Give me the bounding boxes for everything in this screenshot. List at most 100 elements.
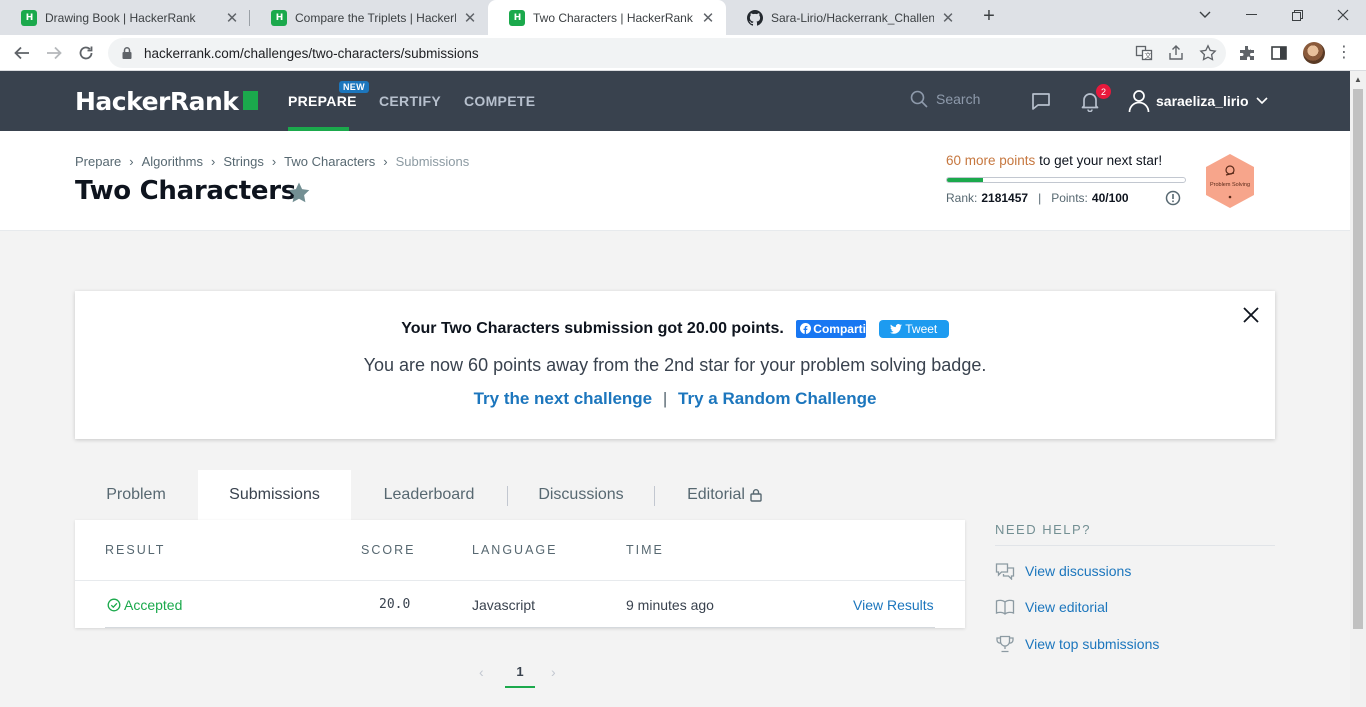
hackerrank-favicon-icon: H: [21, 9, 37, 26]
language-value: Javascript: [472, 597, 536, 613]
nav-prepare[interactable]: PREPARE: [288, 71, 357, 131]
need-help-heading: NEED HELP?: [995, 522, 1091, 537]
bookmark-star-icon[interactable]: [287, 181, 311, 205]
browser-menu-icon[interactable]: ⋮: [1336, 42, 1352, 64]
scrollbar-thumb[interactable]: [1353, 89, 1363, 629]
browser-tab-title: Compare the Triplets | HackerRank: [295, 10, 456, 25]
restore-icon[interactable]: [1274, 0, 1320, 30]
hackerrank-navbar: HackerRank PREPARE NEW CERTIFY COMPETE S…: [0, 71, 1350, 131]
new-badge: NEW: [339, 81, 369, 93]
breadcrumb-chevron-icon: ›: [129, 154, 134, 169]
tab-discussions[interactable]: Discussions: [508, 470, 654, 520]
search-placeholder: Search: [936, 91, 981, 107]
result-accepted: Accepted: [107, 597, 182, 613]
scroll-up-arrow-icon[interactable]: ▲: [1354, 75, 1362, 84]
back-icon[interactable]: [8, 39, 36, 67]
forward-icon[interactable]: [40, 39, 68, 67]
browser-tab-drawing-book[interactable]: H Drawing Book | HackerRank ✕: [0, 0, 250, 35]
time-value: 9 minutes ago: [626, 597, 714, 613]
lock-icon: [122, 47, 132, 59]
view-editorial-link[interactable]: View editorial: [995, 598, 1108, 616]
reload-icon[interactable]: [72, 39, 100, 67]
rank-divider: |: [1038, 191, 1042, 205]
nav-compete[interactable]: COMPETE: [464, 71, 535, 131]
browser-tab-compare-triplets[interactable]: H Compare the Triplets | HackerRank ✕: [250, 0, 488, 35]
breadcrumb-prepare[interactable]: Prepare: [75, 154, 121, 169]
close-tab-icon[interactable]: ✕: [940, 9, 956, 27]
facebook-share-button[interactable]: Compartilhar: [796, 320, 867, 338]
url-input[interactable]: hackerrank.com/challenges/two-characters…: [108, 38, 1226, 68]
breadcrumb-algorithms[interactable]: Algorithms: [142, 154, 203, 169]
extensions-icon[interactable]: [1238, 44, 1256, 62]
next-page-icon[interactable]: ›: [551, 664, 556, 680]
side-panel-icon[interactable]: [1270, 44, 1288, 62]
tab-editorial[interactable]: Editorial: [655, 470, 795, 520]
header-divider: [75, 580, 965, 581]
minimize-icon[interactable]: [1228, 0, 1274, 30]
browser-tab-title: Two Characters | HackerRank: [533, 10, 693, 25]
user-menu[interactable]: saraeliza_lirio: [1128, 89, 1275, 113]
browser-tab-title: Drawing Book | HackerRank: [45, 10, 196, 25]
nav-certify[interactable]: CERTIFY: [379, 71, 441, 131]
breadcrumb-strings[interactable]: Strings: [223, 154, 263, 169]
bookmark-star-icon[interactable]: [1199, 44, 1217, 62]
close-tab-icon[interactable]: ✕: [700, 9, 716, 27]
breadcrumb: Prepare › Algorithms › Strings › Two Cha…: [75, 154, 469, 169]
new-tab-button[interactable]: +: [978, 6, 1000, 28]
breadcrumb-two-characters[interactable]: Two Characters: [284, 154, 375, 169]
next-star-message: 60 more points to get your next star!: [946, 153, 1162, 168]
browser-tab-two-characters[interactable]: H Two Characters | HackerRank ✕: [488, 0, 726, 35]
breadcrumb-chevron-icon: ›: [211, 154, 216, 169]
browser-tab-github[interactable]: Sara-Lirio/Hackerrank_Challenges ✕: [726, 0, 966, 35]
random-challenge-link[interactable]: Try a Random Challenge: [678, 389, 876, 408]
close-window-icon[interactable]: [1320, 0, 1366, 30]
browser-tab-bar: H Drawing Book | HackerRank ✕ H Compare …: [0, 0, 1366, 35]
hackerrank-logo[interactable]: HackerRank: [75, 87, 239, 116]
column-header-score: SCORE: [361, 543, 416, 557]
page-title: Two Characters: [75, 176, 296, 206]
points-value: 40/100: [1091, 191, 1129, 205]
share-icon[interactable]: [1167, 44, 1185, 62]
browser-profile-avatar[interactable]: [1303, 42, 1325, 64]
previous-page-icon[interactable]: ‹: [479, 664, 484, 680]
chevron-down-icon: [1256, 97, 1268, 105]
github-icon: [747, 9, 763, 26]
twitter-icon: [890, 324, 903, 334]
view-results-link[interactable]: View Results: [853, 597, 934, 613]
link-separator: |: [662, 389, 668, 408]
tab-submissions[interactable]: Submissions: [198, 470, 351, 520]
next-actions-row: Try the next challenge | Try a Random Ch…: [75, 389, 1275, 409]
browser-tab-title: Sara-Lirio/Hackerrank_Challenges: [771, 10, 934, 25]
close-tab-icon[interactable]: ✕: [462, 9, 478, 27]
column-header-language: LANGUAGE: [472, 543, 558, 557]
tab-search-icon[interactable]: [1182, 0, 1228, 30]
page-scrollbar[interactable]: ▲: [1350, 71, 1366, 707]
user-icon: [1128, 90, 1150, 113]
points-label: Points:: [1051, 191, 1088, 205]
search-input[interactable]: Search: [910, 90, 980, 108]
success-headline-row: Your Two Characters submission got 20.00…: [75, 320, 1275, 338]
trophy-icon: [996, 635, 1014, 653]
page-number[interactable]: 1: [505, 664, 535, 679]
view-top-submissions-label: View top submissions: [1025, 636, 1160, 652]
translate-icon[interactable]: 文: [1135, 44, 1153, 62]
tweet-button[interactable]: Tweet: [878, 320, 949, 338]
close-tab-icon[interactable]: ✕: [224, 9, 240, 27]
view-discussions-link[interactable]: View discussions: [995, 562, 1131, 580]
next-challenge-link[interactable]: Try the next challenge: [474, 389, 653, 408]
url-text: hackerrank.com/challenges/two-characters…: [144, 45, 479, 61]
view-top-submissions-link[interactable]: View top submissions: [995, 635, 1159, 653]
breadcrumb-chevron-icon: ›: [271, 154, 277, 169]
problem-solving-badge-icon[interactable]: [1204, 153, 1256, 209]
info-icon[interactable]: [1165, 190, 1181, 206]
column-header-time: TIME: [626, 543, 664, 557]
view-editorial-label: View editorial: [1025, 599, 1109, 615]
star-progress-bar: [946, 177, 1186, 183]
facebook-share-label: Compartilhar: [813, 322, 866, 336]
browser-address-bar: hackerrank.com/challenges/two-characters…: [0, 35, 1366, 71]
discussions-icon: [995, 563, 1015, 580]
messages-icon[interactable]: [1030, 90, 1052, 112]
close-icon[interactable]: [1242, 306, 1260, 324]
tab-leaderboard[interactable]: Leaderboard: [351, 470, 507, 520]
tab-problem[interactable]: Problem: [75, 470, 197, 520]
